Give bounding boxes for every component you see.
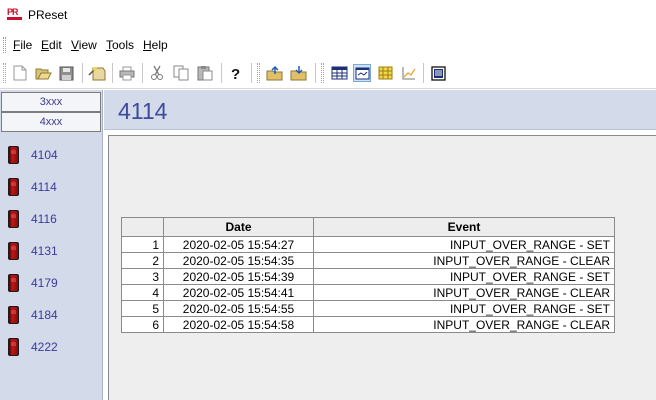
cell-event: INPUT_OVER_RANGE - SET [313,268,615,285]
menu-view[interactable]: View [71,38,97,52]
download-icon[interactable] [290,64,308,82]
column-header-event[interactable]: Event [313,217,615,237]
device-label: 4114 [31,180,57,194]
cell-event: INPUT_OVER_RANGE - SET [313,236,615,253]
event-log-table: Date Event 1 2020-02-05 15:54:27 INPUT_O… [121,217,615,333]
chart-view-icon[interactable] [399,64,417,82]
device-module-icon [8,306,19,324]
print-icon[interactable] [118,64,136,82]
row-index: 1 [121,236,164,253]
toolbar-separator [142,63,143,83]
cell-date: 2020-02-05 15:54:35 [163,252,314,269]
device-item-4114[interactable]: 4114 [0,175,100,199]
table-row[interactable]: 1 2020-02-05 15:54:27 INPUT_OVER_RANGE -… [121,236,615,253]
toolbar-separator [112,63,113,83]
device-module-icon [8,242,19,260]
copy-icon[interactable] [172,64,190,82]
cell-event: INPUT_OVER_RANGE - CLEAR [313,316,615,333]
cell-event: INPUT_OVER_RANGE - CLEAR [313,252,615,269]
group-button-4xxx[interactable]: 4xxx [1,112,101,132]
device-label: 4184 [31,308,58,322]
table-corner-header [121,217,164,237]
device-module-icon [8,338,19,356]
menu-edit[interactable]: Edit [41,38,62,52]
main-panel: 4114 Date Event 1 2020-02-05 15:54:27 IN… [104,90,656,400]
row-index: 4 [121,284,164,301]
toolbar-separator [221,63,222,83]
monitor-view-icon[interactable] [353,64,371,82]
row-index: 5 [121,300,164,317]
table-view-icon[interactable] [330,64,348,82]
column-header-date[interactable]: Date [163,217,314,237]
device-sidebar: 3xxx 4xxx 4104 4114 4116 4131 4179 4184 … [0,90,103,400]
menu-help[interactable]: Help [143,38,168,52]
new-icon[interactable] [11,64,29,82]
toolbar-separator [251,63,252,83]
device-item-4116[interactable]: 4116 [0,207,100,231]
device-item-4131[interactable]: 4131 [0,239,100,263]
row-index: 2 [121,252,164,269]
device-label: 4116 [31,212,57,226]
device-item-4222[interactable]: 4222 [0,335,100,359]
table-row[interactable]: 3 2020-02-05 15:54:39 INPUT_OVER_RANGE -… [121,268,615,285]
device-label: 4131 [31,244,58,258]
svg-text:?: ? [231,66,240,81]
table-row[interactable]: 6 2020-02-05 15:54:58 INPUT_OVER_RANGE -… [121,316,615,333]
open-icon[interactable] [34,64,52,82]
cell-date: 2020-02-05 15:54:41 [163,284,314,301]
page-title: 4114 [118,98,168,124]
cell-date: 2020-02-05 15:54:39 [163,268,314,285]
cell-event: INPUT_OVER_RANGE - SET [313,300,615,317]
table-row[interactable]: 5 2020-02-05 15:54:55 INPUT_OVER_RANGE -… [121,300,615,317]
help-icon[interactable]: ? [227,64,245,82]
paste-icon[interactable] [196,64,214,82]
table-row[interactable]: 4 2020-02-05 15:54:41 INPUT_OVER_RANGE -… [121,284,615,301]
table-row[interactable]: 2 2020-02-05 15:54:35 INPUT_OVER_RANGE -… [121,252,615,269]
menu-tools[interactable]: Tools [106,38,134,52]
app-logo-icon: PR [7,8,23,21]
group-button-3xxx[interactable]: 3xxx [1,92,101,112]
toolbar-separator [315,63,316,83]
cell-date: 2020-02-05 15:54:58 [163,316,314,333]
toolbar-grip-handle[interactable] [257,63,260,83]
device-item-4184[interactable]: 4184 [0,303,100,327]
log-view-icon[interactable] [429,64,447,82]
save-icon[interactable] [57,64,75,82]
menu-file[interactable]: File [13,38,32,52]
toolbar-grip-handle[interactable] [3,63,6,83]
device-module-icon [8,178,19,196]
grid-view-icon[interactable] [376,64,394,82]
toolbar: ? [0,58,656,89]
toolbar-separator [423,63,424,83]
row-index: 3 [121,268,164,285]
device-item-4179[interactable]: 4179 [0,271,100,295]
title-bar: PR PReset [0,0,656,30]
device-module-icon [8,146,19,164]
cell-date: 2020-02-05 15:54:55 [163,300,314,317]
device-module-icon [8,210,19,228]
menu-grip-handle[interactable] [3,37,6,53]
cell-date: 2020-02-05 15:54:27 [163,236,314,253]
device-label: 4222 [31,340,58,354]
content-area: Date Event 1 2020-02-05 15:54:27 INPUT_O… [108,135,656,400]
menu-bar: File Edit View Tools Help [0,33,656,57]
device-header: 4114 [104,90,656,130]
device-module-icon [8,274,19,292]
device-label: 4104 [31,148,58,162]
row-index: 6 [121,316,164,333]
cut-icon[interactable] [148,64,166,82]
toolbar-grip-handle[interactable] [321,63,324,83]
table-header-row: Date Event [121,217,615,237]
device-label: 4179 [31,276,58,290]
window-title: PReset [28,8,68,22]
device-item-4104[interactable]: 4104 [0,143,100,167]
wizard-icon[interactable] [88,64,106,82]
logo-text: PR [7,7,18,17]
cell-event: INPUT_OVER_RANGE - CLEAR [313,284,615,301]
toolbar-separator [82,63,83,83]
upload-icon[interactable] [266,64,284,82]
